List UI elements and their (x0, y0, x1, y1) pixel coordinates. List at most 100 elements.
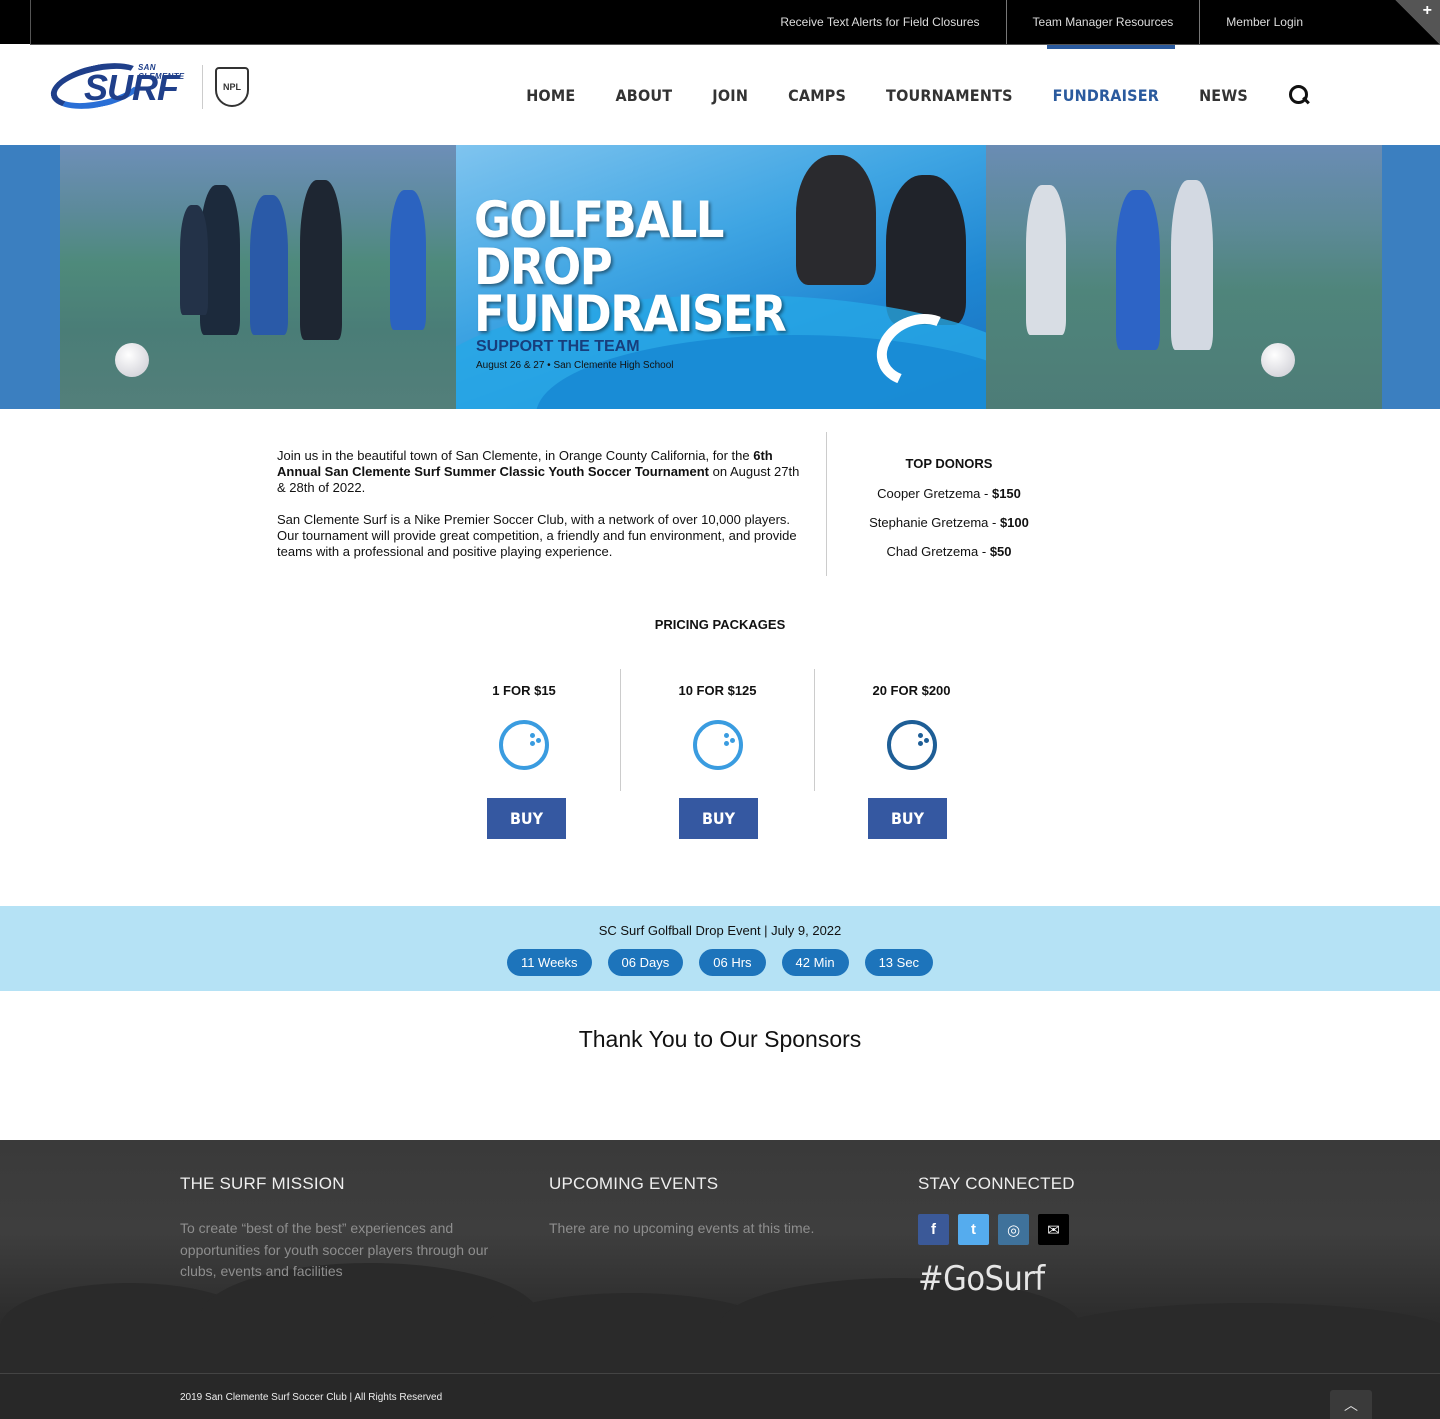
hero-photo-right (986, 145, 1382, 409)
player-figure (886, 175, 966, 325)
social-links: f t ◎ ✉ (918, 1214, 1248, 1245)
twitter-icon[interactable]: t (958, 1214, 989, 1245)
events-column: UPCOMING EVENTS There are no upcoming ev… (549, 1174, 879, 1240)
nav-camps[interactable]: CAMPS (788, 45, 846, 145)
intro-paragraph: Join us in the beautiful town of San Cle… (277, 448, 805, 496)
intro-paragraph: San Clemente Surf is a Nike Premier Socc… (277, 512, 797, 559)
logo-divider (202, 65, 203, 109)
countdown-days: 06 Days (607, 949, 684, 976)
golfball-icon (499, 720, 549, 770)
copyright-text: 2019 San Clemente Surf Soccer Club | All… (180, 1392, 443, 1403)
chevron-up-icon[interactable]: ︿ (1330, 1390, 1372, 1419)
site-header: SAN CLEMENTE SURF NPL HOME ABOUT JOIN CA… (0, 45, 1440, 145)
site-footer: THE SURF MISSION To create “best of the … (0, 1140, 1440, 1373)
donor-name: Stephanie Gretzema - (869, 515, 1000, 530)
connect-column: STAY CONNECTED f t ◎ ✉ #GoSurf (918, 1174, 1248, 1299)
donor-amount: $50 (989, 544, 1012, 559)
soccer-ball (115, 343, 149, 377)
soccer-ball (1261, 343, 1295, 377)
facebook-icon[interactable]: f (918, 1214, 949, 1245)
email-icon[interactable]: ✉ (1038, 1214, 1069, 1245)
instagram-icon[interactable]: ◎ (998, 1214, 1029, 1245)
golfball-icon (692, 720, 743, 770)
site-logo[interactable]: SAN CLEMENTE SURF NPL (46, 55, 262, 117)
nav-about[interactable]: ABOUT (615, 45, 672, 145)
top-utility-frame: Receive Text Alerts for Field Closures T… (30, 0, 1440, 45)
plus-icon: + (1422, 2, 1432, 19)
mission-text: To create “best of the best” experiences… (180, 1220, 489, 1279)
nav-join[interactable]: JOIN (712, 45, 748, 145)
donors-title: TOP DONORS (905, 456, 993, 471)
donor-row: Chad Gretzema - $50 (828, 544, 1070, 559)
nav-news[interactable]: NEWS (1199, 45, 1248, 145)
donor-row: Cooper Gretzema - $150 (828, 486, 1070, 501)
top-donors: TOP DONORS Cooper Gretzema - $150 Stepha… (828, 456, 1070, 573)
countdown-units: 11 Weeks 06 Days 06 Hrs 42 Min 13 Sec (0, 949, 1440, 976)
top-utility-bar: Receive Text Alerts for Field Closures T… (0, 0, 1440, 45)
player-figure (300, 180, 342, 340)
hero-banner: GOLFBALL DROP FUNDRAISER SUPPORT THE TEA… (0, 145, 1440, 409)
hero-date: August 26 & 27 • San Clemente High Schoo… (476, 360, 674, 371)
countdown-minutes: 42 Min (781, 949, 849, 976)
package-label: 20 FOR $200 (872, 683, 951, 698)
hero-promo: GOLFBALL DROP FUNDRAISER SUPPORT THE TEA… (456, 145, 986, 409)
hero-title-line: GOLFBALL (474, 191, 724, 249)
nav-tournaments[interactable]: TOURNAMENTS (886, 45, 1013, 145)
intro-text: Join us in the beautiful town of San Cle… (277, 448, 805, 576)
badge-text: NPL (223, 82, 241, 92)
logo-wordmark: SURF (84, 67, 179, 108)
sponsors-title: Thank You to Our Sponsors (578, 1026, 862, 1052)
hero-title-line: FUNDRAISER (474, 285, 787, 343)
text-alerts-link[interactable]: Receive Text Alerts for Field Closures (754, 0, 1005, 44)
hero-photo-left (60, 145, 456, 409)
player-figure (250, 195, 288, 335)
buy-button[interactable]: BUY (679, 798, 758, 839)
events-text: There are no upcoming events at this tim… (549, 1220, 815, 1236)
pricing-package: 10 FOR $125 (620, 669, 814, 791)
intro-text-a: Join us in the beautiful town of San Cle… (277, 448, 754, 463)
utility-links: Receive Text Alerts for Field Closures T… (754, 0, 1329, 44)
hashtag: #GoSurf (918, 1259, 1045, 1299)
team-manager-resources-link[interactable]: Team Manager Resources (1005, 0, 1200, 44)
mission-column: THE SURF MISSION To create “best of the … (180, 1174, 510, 1283)
member-login-link[interactable]: Member Login (1199, 0, 1329, 44)
player-figure (1171, 180, 1213, 350)
copyright-bar: 2019 San Clemente Surf Soccer Club | All… (0, 1373, 1440, 1419)
buy-button[interactable]: BUY (487, 798, 566, 839)
hero-title: GOLFBALL DROP FUNDRAISER (474, 191, 787, 343)
player-figure (796, 155, 876, 285)
pricing-package: 20 FOR $200 (814, 669, 1008, 791)
sliding-bar-toggle[interactable]: + (1395, 0, 1440, 45)
donor-row: Stephanie Gretzema - $100 (828, 515, 1070, 530)
main-nav: HOME ABOUT JOIN CAMPS TOURNAMENTS FUNDRA… (486, 45, 1310, 145)
pricing-title: PRICING PACKAGES (654, 617, 786, 632)
search-icon[interactable] (1288, 84, 1310, 106)
nav-home[interactable]: HOME (526, 45, 575, 145)
hero-subtitle: SUPPORT THE TEAM (476, 338, 640, 355)
surf-logo: SAN CLEMENTE SURF (46, 55, 200, 117)
events-title: UPCOMING EVENTS (549, 1174, 719, 1193)
donor-name: Cooper Gretzema - (877, 486, 992, 501)
donor-amount: $100 (999, 515, 1029, 530)
player-figure (1116, 190, 1160, 350)
package-label: 1 FOR $15 (492, 683, 556, 698)
buy-button[interactable]: BUY (868, 798, 947, 839)
player-figure (390, 190, 426, 330)
player-figure (1026, 185, 1066, 335)
golfball-icon (886, 720, 937, 770)
player-figure (180, 205, 208, 315)
mission-title: THE SURF MISSION (180, 1174, 345, 1193)
nav-fundraiser[interactable]: FUNDRAISER (1046, 45, 1176, 145)
donor-name: Chad Gretzema - (886, 544, 990, 559)
package-label: 10 FOR $125 (678, 683, 757, 698)
event-countdown: SC Surf Golfball Drop Event | July 9, 20… (0, 906, 1440, 991)
hero-title-line: DROP (474, 238, 613, 296)
connect-title: STAY CONNECTED (918, 1174, 1075, 1193)
countdown-title: SC Surf Golfball Drop Event | July 9, 20… (598, 923, 842, 938)
countdown-seconds: 13 Sec (864, 949, 934, 976)
countdown-hours: 06 Hrs (699, 949, 766, 976)
pricing-package: 1 FOR $15 (427, 669, 621, 791)
donor-amount: $150 (991, 486, 1021, 501)
npl-badge-icon: NPL (215, 67, 249, 107)
countdown-weeks: 11 Weeks (506, 949, 592, 976)
